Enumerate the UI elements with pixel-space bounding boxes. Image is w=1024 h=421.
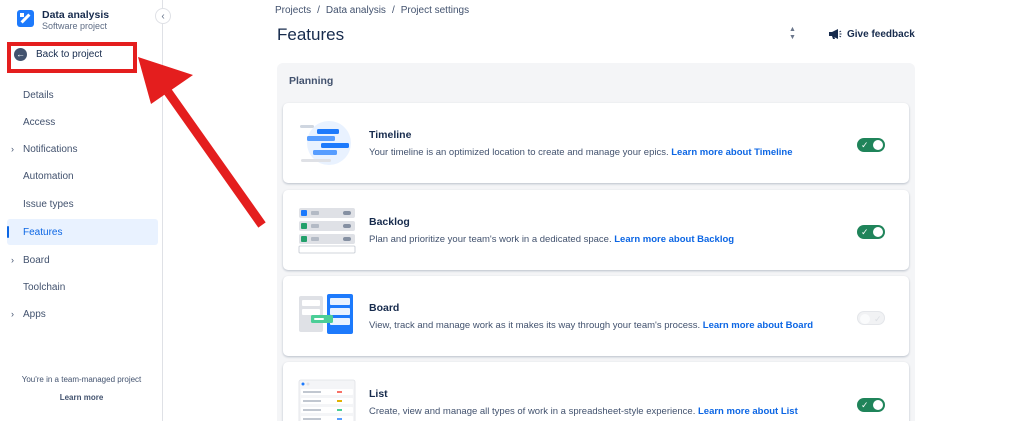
chevron-left-icon: ‹ [161,10,165,22]
sort-icon[interactable]: ▲ ▼ [789,26,796,42]
feature-title: Backlog [369,216,410,228]
feature-card-list: List Create, view and manage all types o… [283,362,909,421]
sidebar-item-label: Apps [23,308,46,320]
project-type: Software project [42,21,108,31]
sidebar-item-toolchain[interactable]: Toolchain [7,274,158,300]
collapse-sidebar-button[interactable]: ‹ [155,8,171,24]
learn-more-link[interactable]: Learn more [0,393,163,402]
chevron-right-icon: › [11,144,14,154]
board-toggle[interactable]: ✓ [857,311,885,325]
feature-description-text: View, track and manage work as it makes … [369,320,701,331]
sidebar-item-label: Automation [23,170,74,182]
learn-more-timeline-link[interactable]: Learn more about Timeline [671,147,792,158]
feature-title: Board [369,302,400,314]
backlog-illustration-icon [298,208,356,254]
sidebar-item-automation[interactable]: Automation [7,163,158,189]
feature-description: Create, view and manage all types of wor… [369,406,798,417]
timeline-toggle[interactable]: ✓ [857,138,885,152]
check-icon: ✓ [874,314,882,324]
back-to-project-label: Back to project [36,49,103,60]
feature-description: Your timeline is an optimized location t… [369,147,793,158]
feature-description-text: Plan and prioritize your team's work in … [369,234,612,245]
sidebar-item-access[interactable]: Access [7,109,158,135]
arrow-left-icon: ← [14,48,27,61]
feature-card-board: Board View, track and manage work as it … [283,276,909,356]
toggle-knob [873,400,883,410]
give-feedback-button[interactable]: Give feedback [828,28,915,40]
learn-more-board-link[interactable]: Learn more about Board [703,320,813,331]
sidebar-item-label: Issue types [23,198,74,210]
sidebar-item-label: Access [23,116,56,128]
breadcrumb-data-analysis[interactable]: Data analysis [326,5,386,16]
sidebar-item-apps[interactable]: › Apps [7,301,158,327]
timeline-illustration-icon [300,121,351,165]
check-icon: ✓ [861,140,869,150]
breadcrumb-separator: / [391,5,395,16]
feature-card-timeline: Timeline Your timeline is an optimized l… [283,103,909,183]
project-icon [17,10,34,27]
learn-more-backlog-link[interactable]: Learn more about Backlog [614,234,734,245]
sidebar-item-notifications[interactable]: › Notifications [7,136,158,162]
feature-description-text: Your timeline is an optimized location t… [369,147,669,158]
project-name: Data analysis [42,9,110,21]
feature-title: Timeline [369,129,412,141]
learn-more-list-link[interactable]: Learn more about List [698,406,798,417]
chevron-right-icon: › [11,309,14,319]
sidebar-item-label: Board [23,254,50,266]
list-toggle[interactable]: ✓ [857,398,885,412]
megaphone-icon [829,29,842,39]
section-title: Planning [289,75,334,87]
back-to-project-button[interactable]: ← Back to project [14,48,102,61]
feature-description-text: Create, view and manage all types of wor… [369,406,696,417]
feature-description: Plan and prioritize your team's work in … [369,234,734,245]
page-title: Features [277,25,345,44]
backlog-toggle[interactable]: ✓ [857,225,885,239]
sidebar-item-label: Details [23,89,54,101]
sidebar-item-board[interactable]: › Board [7,247,158,273]
feature-card-backlog: Backlog Plan and prioritize your team's … [283,190,909,270]
sidebar-item-details[interactable]: Details [7,82,158,108]
toggle-knob [873,227,883,237]
sidebar-item-features[interactable]: Features [7,219,158,245]
sidebar-item-label: Notifications [23,143,78,155]
planning-panel: Planning Timeline Your timeline is an op… [277,63,915,421]
toggle-knob [873,140,883,150]
annotation-arrow-shaft [164,89,266,228]
give-feedback-label: Give feedback [847,28,915,40]
feature-title: List [369,388,388,400]
chevron-right-icon: › [11,255,14,265]
toggle-knob [860,314,870,324]
breadcrumb-project-settings[interactable]: Project settings [401,5,469,16]
check-icon: ✓ [861,227,869,237]
sidebar-item-issue-types[interactable]: Issue types [7,191,158,217]
board-illustration-icon [299,294,353,334]
team-managed-note: You're in a team-managed project [21,375,142,384]
breadcrumb: Projects / Data analysis / Project setti… [275,5,469,16]
feature-description: View, track and manage work as it makes … [369,320,813,331]
list-illustration-icon [298,379,356,421]
project-header[interactable]: Data analysis Software project [17,9,109,32]
breadcrumb-projects[interactable]: Projects [275,5,311,16]
sidebar-item-label: Features [23,226,63,238]
check-icon: ✓ [861,400,869,410]
sidebar-item-label: Toolchain [23,281,66,293]
breadcrumb-separator: / [317,5,320,16]
sidebar: Data analysis Software project ← Back to… [0,0,163,421]
